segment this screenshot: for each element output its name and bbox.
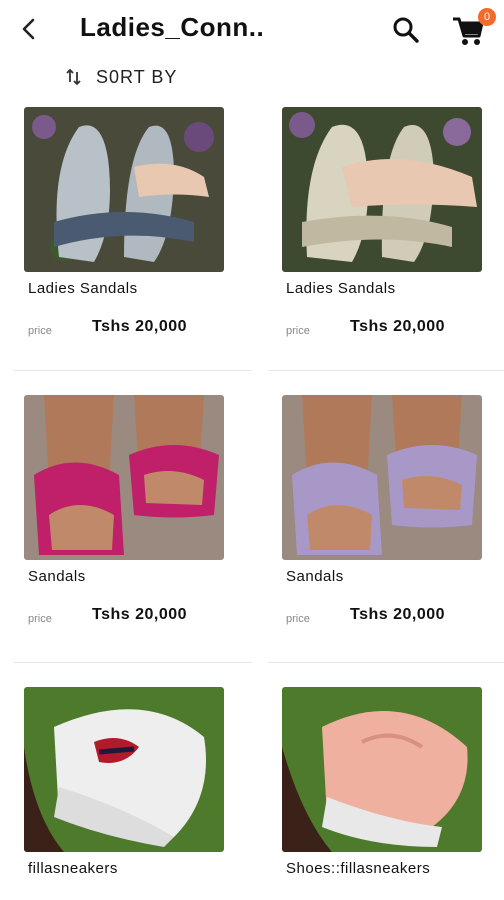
product-name: Sandals [286, 568, 344, 585]
product-card[interactable]: Ladies Sandals price Tshs 20,000 [14, 100, 244, 365]
sort-label: S0RT BY [96, 66, 178, 87]
sort-button[interactable]: S0RT BY [64, 64, 177, 90]
product-price: Tshs 20,000 [350, 318, 446, 335]
price-label: price [28, 325, 52, 337]
price-label: price [286, 325, 310, 337]
price-label: price [28, 613, 52, 625]
product-image [24, 107, 224, 272]
page-title: Ladies_Conn.. [80, 12, 265, 42]
divider [268, 370, 504, 371]
product-card[interactable]: Shoes::fillasneakers [272, 680, 502, 900]
divider [14, 662, 252, 663]
product-price: Tshs 20,000 [92, 606, 188, 623]
product-price: Tshs 20,000 [350, 606, 446, 623]
price-label: price [286, 613, 310, 625]
divider [268, 662, 504, 663]
sort-icon [66, 68, 81, 86]
product-image [282, 687, 482, 852]
back-arrow-icon[interactable] [14, 14, 44, 44]
divider [14, 370, 252, 371]
product-name: Ladies Sandals [286, 280, 396, 297]
product-card[interactable]: fillasneakers [14, 680, 244, 900]
product-price: Tshs 20,000 [92, 318, 188, 335]
product-name: Ladies Sandals [28, 280, 138, 297]
search-icon[interactable] [390, 14, 422, 46]
product-name: fillasneakers [28, 860, 118, 877]
product-name: Sandals [28, 568, 86, 585]
product-image [24, 687, 224, 852]
product-image [24, 395, 224, 560]
cart-count-badge: 0 [478, 8, 496, 26]
product-name: Shoes::fillasneakers [286, 860, 431, 877]
app-bar: Ladies_Conn.. 0 [0, 0, 504, 58]
product-card[interactable]: Sandals price Tshs 20,000 [14, 388, 244, 653]
product-image [282, 107, 482, 272]
product-card[interactable]: Ladies Sandals price Tshs 20,000 [272, 100, 502, 365]
product-card[interactable]: Sandals price Tshs 20,000 [272, 388, 502, 653]
product-image [282, 395, 482, 560]
